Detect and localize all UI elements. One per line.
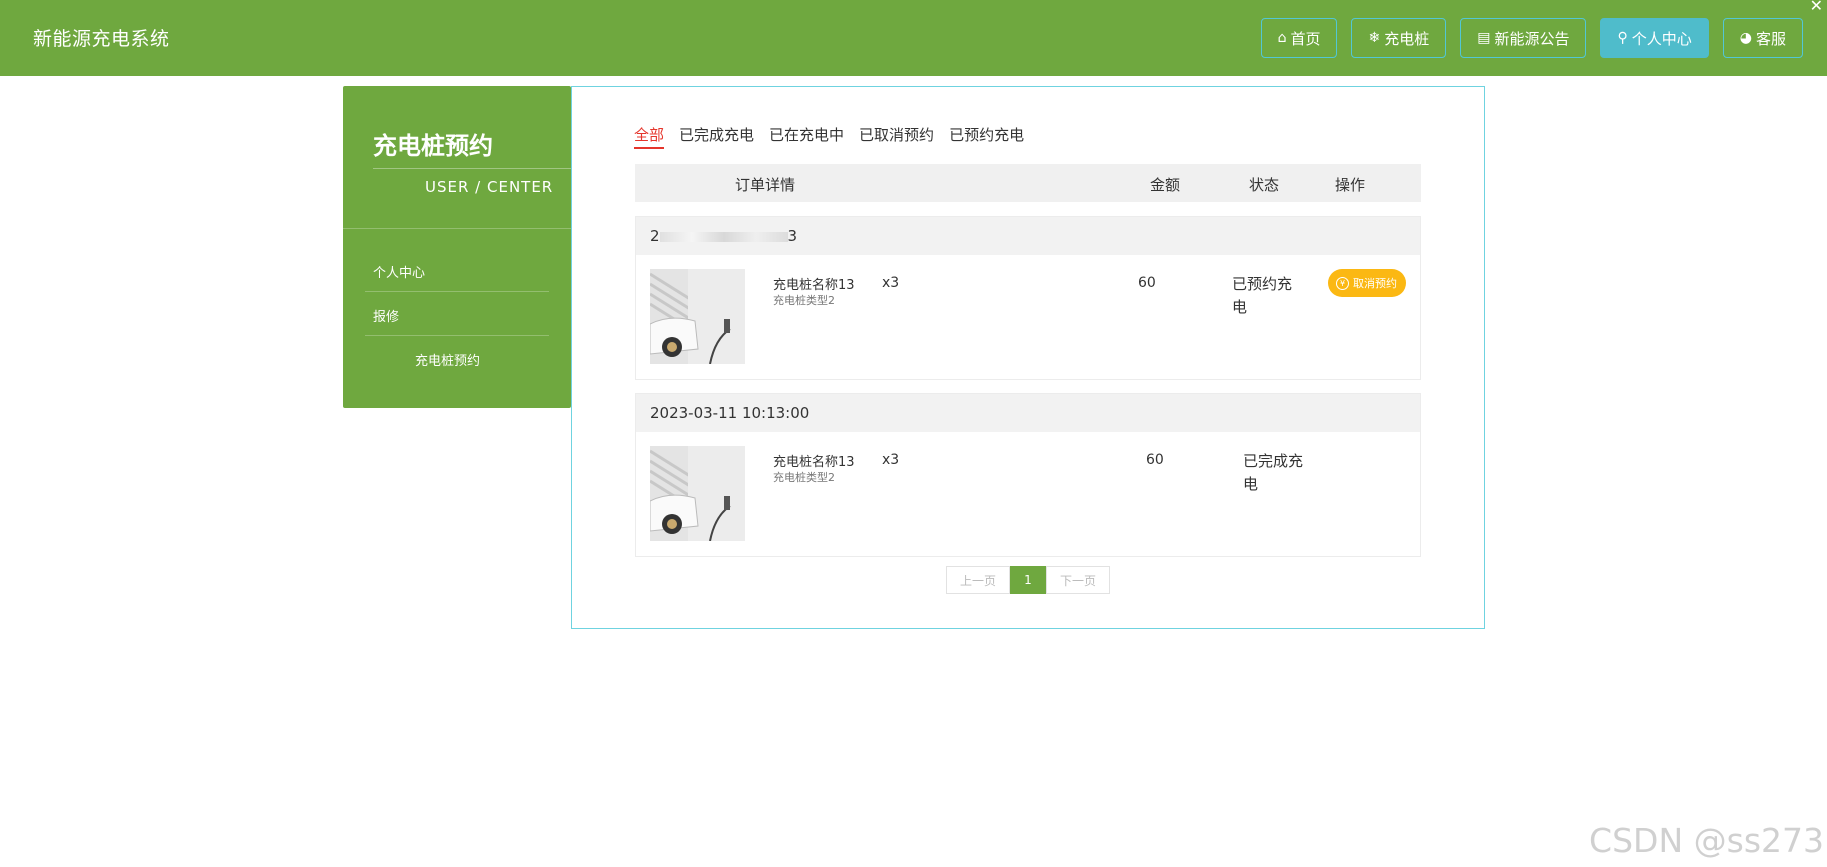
product-name[interactable]: 充电桩名称13	[773, 451, 855, 470]
nav-customer-service-label: 客服	[1755, 29, 1786, 48]
order-number-prefix: 2	[650, 227, 660, 245]
pagination: 上一页 1 下一页	[946, 566, 1110, 594]
product-thumbnail[interactable]	[650, 269, 745, 364]
nav-user-center-label: 个人中心	[1631, 29, 1692, 48]
order-panel: 全部 已完成充电 已在充电中 已取消预约 已预约充电 订单详情 金额 状态 操作…	[571, 86, 1485, 629]
order-head: 23	[636, 217, 1420, 255]
order-amount: 60	[1146, 452, 1164, 468]
sidebar-item-reservation[interactable]: 充电桩预约	[415, 350, 480, 369]
nav-charging-pile-button[interactable]: ❄ 充电桩	[1351, 18, 1447, 58]
home-icon: ⌂	[1277, 30, 1287, 46]
sidebar-item-divider	[365, 291, 549, 292]
sidebar: 充电桩预约 USER / CENTER 个人中心 报修 充电桩预约	[343, 86, 571, 408]
order-status: 已预约充电	[1232, 275, 1293, 316]
sidebar-item-divider	[365, 335, 549, 336]
close-icon[interactable]: ✕	[1810, 0, 1823, 15]
sidebar-item-repair[interactable]: 报修	[373, 306, 399, 325]
nav-home-button[interactable]: ⌂ 首页	[1260, 18, 1338, 58]
user-icon: ⚲	[1617, 30, 1628, 46]
next-page-button[interactable]: 下一页	[1046, 566, 1110, 594]
order-card: 2023-03-11 10:13:00 充电桩名称13 充电桩类型2 x3 60…	[635, 393, 1421, 557]
cancel-reservation-label: 取消预约	[1353, 277, 1397, 290]
yen-icon: ¥	[1336, 276, 1349, 290]
nav-charging-pile-label: 充电桩	[1384, 29, 1430, 48]
newspaper-icon: ▤	[1477, 30, 1491, 46]
snowflake-icon: ❄	[1368, 30, 1381, 46]
sidebar-divider	[343, 228, 571, 229]
product-quantity: x3	[882, 452, 900, 468]
order-status: 已完成充电	[1243, 452, 1304, 493]
nav-home-label: 首页	[1290, 29, 1321, 48]
cancel-reservation-button[interactable]: ¥ 取消预约	[1328, 269, 1406, 297]
order-number-suffix: 3	[787, 227, 798, 245]
tab-all[interactable]: 全部	[634, 124, 665, 149]
nav-announcement-button[interactable]: ▤ 新能源公告	[1460, 18, 1587, 58]
order-number-redacted	[659, 231, 788, 242]
order-table-header: 订单详情 金额 状态 操作	[635, 164, 1421, 202]
headset-icon: ◕	[1739, 30, 1752, 46]
order-status-tabs: 全部 已完成充电 已在充电中 已取消预约 已预约充电	[634, 124, 1024, 149]
sidebar-title: 充电桩预约	[373, 132, 493, 160]
nav-user-center-button[interactable]: ⚲ 个人中心	[1600, 18, 1709, 58]
column-action: 操作	[1335, 176, 1366, 194]
current-page-button[interactable]: 1	[1010, 566, 1046, 594]
order-card: 23 充电桩名称13 充电桩类型2 x3 60 已预约充电 ¥ 取消预约	[635, 216, 1421, 380]
sidebar-title-divider	[373, 168, 571, 169]
tab-reserved[interactable]: 已预约充电	[949, 124, 1024, 149]
sidebar-subtitle: USER / CENTER	[425, 178, 554, 196]
top-navbar: 新能源充电系统 ⌂ 首页 ❄ 充电桩 ▤ 新能源公告 ⚲ 个人中心 ◕ 客服 ✕	[0, 0, 1827, 76]
order-head: 2023-03-11 10:13:00	[636, 394, 1420, 432]
tab-completed[interactable]: 已完成充电	[679, 124, 754, 149]
main-nav: ⌂ 首页 ❄ 充电桩 ▤ 新能源公告 ⚲ 个人中心 ◕ 客服	[1260, 18, 1803, 58]
site-brand[interactable]: 新能源充电系统	[33, 24, 170, 51]
product-type: 充电桩类型2	[773, 294, 835, 307]
column-status: 状态	[1249, 176, 1280, 194]
product-name[interactable]: 充电桩名称13	[773, 274, 855, 293]
product-type: 充电桩类型2	[773, 471, 835, 484]
nav-announcement-label: 新能源公告	[1494, 29, 1570, 48]
column-amount: 金额	[1150, 176, 1181, 194]
column-order-detail: 订单详情	[735, 176, 796, 194]
watermark: CSDN @ss273	[1589, 821, 1824, 860]
nav-customer-service-button[interactable]: ◕ 客服	[1722, 18, 1803, 58]
sidebar-item-user-center[interactable]: 个人中心	[373, 262, 425, 281]
order-amount: 60	[1138, 275, 1156, 291]
tab-cancelled[interactable]: 已取消预约	[859, 124, 934, 149]
tab-charging[interactable]: 已在充电中	[769, 124, 844, 149]
product-quantity: x3	[882, 275, 900, 291]
prev-page-button[interactable]: 上一页	[946, 566, 1010, 594]
product-thumbnail[interactable]	[650, 446, 745, 541]
